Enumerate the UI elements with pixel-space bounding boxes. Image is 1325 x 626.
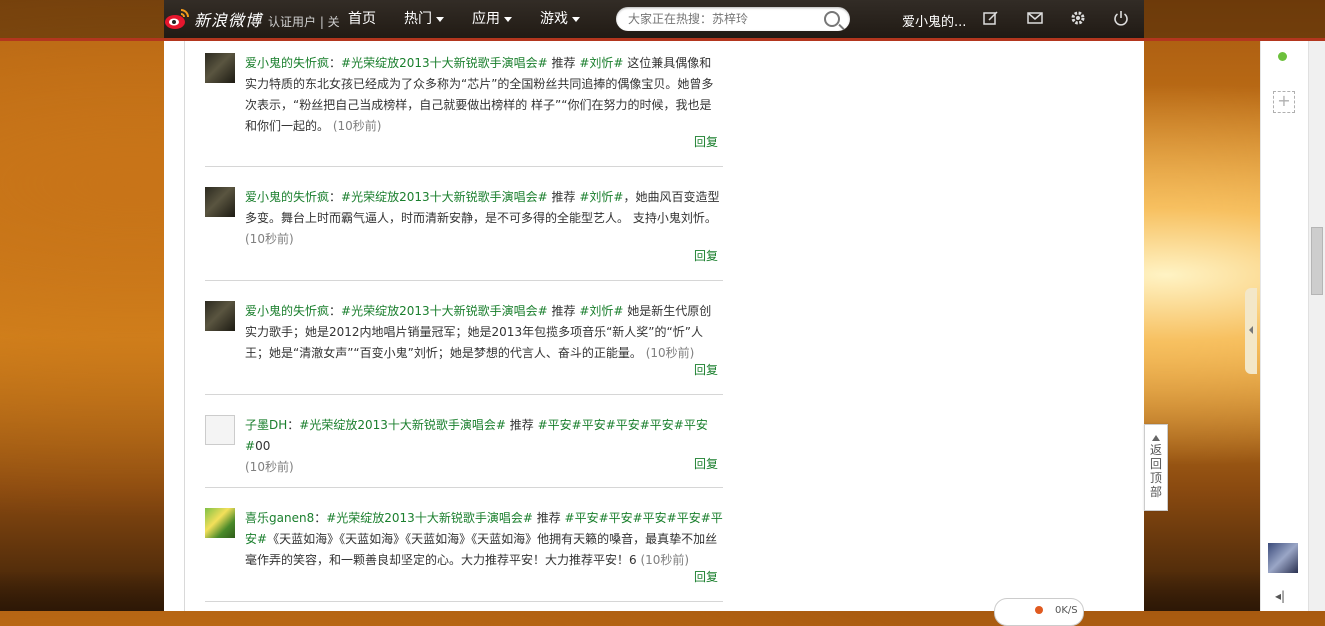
back-to-top-button[interactable]: 返回顶部 (1144, 424, 1168, 511)
comment-feed: 爱小鬼的失忻疯：#光荣绽放2013十大新锐歌手演唱会# 推荐 #刘忻# 这位兼具… (184, 41, 745, 611)
compose-icon[interactable] (982, 10, 1000, 28)
timestamp: (10秒前) (332, 119, 382, 133)
reply-button[interactable]: 回复 (694, 568, 718, 585)
timestamp: (10秒前) (245, 460, 294, 474)
search-box (616, 7, 850, 31)
collapse-tab[interactable] (1245, 288, 1257, 374)
user-link[interactable]: 爱小鬼的失忻疯 (245, 56, 329, 70)
nav-home[interactable]: 首页 (334, 0, 390, 38)
avatar[interactable] (205, 187, 235, 217)
recommend-text: 推荐 (505, 418, 538, 432)
gear-icon[interactable] (1069, 10, 1087, 28)
add-icon[interactable]: + (1273, 91, 1295, 113)
right-toolbar: + ◂| (1260, 41, 1309, 611)
status-icon (1035, 606, 1043, 614)
list-item: 爱小鬼的失忻疯：#光荣绽放2013十大新锐歌手演唱会# 推荐 #刘忻# 她是新生… (205, 301, 723, 395)
tag-link[interactable]: #刘忻# (579, 304, 623, 318)
nav-hot[interactable]: 热门 (390, 0, 458, 38)
comment-text: 喜乐ganen8：#光荣绽放2013十大新锐歌手演唱会# 推荐 #平安#平安#平… (245, 511, 723, 567)
tag-link[interactable]: #刘忻# (579, 190, 623, 204)
comment-body: 00 (255, 439, 271, 453)
logo-text: 新浪微博 (194, 11, 263, 30)
user-link[interactable]: 喜乐ganen8 (245, 511, 314, 525)
mail-icon[interactable] (1026, 10, 1044, 28)
weibo-eye-icon (164, 8, 190, 30)
reply-button[interactable]: 回复 (694, 133, 718, 150)
search-icon[interactable] (824, 11, 840, 27)
comment-text: 爱小鬼的失忻疯：#光荣绽放2013十大新锐歌手演唱会# 推荐 #刘忻#，她曲风百… (245, 190, 720, 246)
topic-link[interactable]: #光荣绽放2013十大新锐歌手演唱会# (326, 511, 533, 525)
search-input[interactable] (626, 7, 820, 31)
power-icon[interactable] (1112, 10, 1130, 28)
recommend-text: 推荐 (547, 190, 580, 204)
speed-widget[interactable]: 0K/S (994, 598, 1084, 626)
topbar-left-fill (0, 0, 164, 38)
avatar[interactable] (205, 508, 235, 538)
recommend-text: 推荐 (547, 56, 580, 70)
topic-link[interactable]: #光荣绽放2013十大新锐歌手演唱会# (299, 418, 506, 432)
list-item: 爱小鬼的失忻疯：#光荣绽放2013十大新锐歌手演唱会# 推荐 #刘忻#，她曲风百… (205, 187, 723, 281)
topbar-right-fill (1144, 0, 1325, 38)
nav-home-label: 首页 (348, 11, 376, 27)
chevron-down-icon (436, 16, 444, 22)
user-link[interactable]: 爱小鬼的失忻疯 (245, 190, 329, 204)
timestamp: (10秒前) (245, 232, 294, 246)
behind-nav-text: 认证用户 | 关 (268, 15, 340, 29)
timestamp: (10秒前) (645, 346, 695, 360)
topic-link[interactable]: #光荣绽放2013十大新锐歌手演唱会# (341, 190, 548, 204)
list-item: 爱小鬼的失忻疯：#光荣绽放2013十大新锐歌手演唱会# 推荐 #刘忻# 这位兼具… (205, 53, 723, 167)
comment-text: 爱小鬼的失忻疯：#光荣绽放2013十大新锐歌手演唱会# 推荐 #刘忻# 她是新生… (245, 304, 712, 360)
topic-link[interactable]: #光荣绽放2013十大新锐歌手演唱会# (341, 304, 548, 318)
collapse-left-icon[interactable]: ◂| (1275, 589, 1285, 603)
nav-apps[interactable]: 应用 (458, 0, 526, 38)
weibo-logo[interactable]: 新浪微博 (164, 6, 262, 32)
user-link[interactable]: 子墨DH (245, 418, 287, 432)
recommend-text: 推荐 (547, 304, 580, 318)
main-nav: 首页 热门 应用 游戏 (334, 0, 594, 38)
avatar[interactable] (205, 301, 235, 331)
list-item: 喜乐ganen8：#光荣绽放2013十大新锐歌手演唱会# 推荐 #平安#平安#平… (205, 508, 723, 602)
list-item: 子墨DH：#光荣绽放2013十大新锐歌手演唱会# 推荐 #平安#平安#平安#平安… (205, 415, 723, 488)
reply-button[interactable]: 回复 (694, 361, 718, 378)
scrollbar-thumb[interactable] (1311, 227, 1323, 295)
nav-games[interactable]: 游戏 (526, 0, 594, 38)
nav-hot-label: 热门 (404, 11, 432, 27)
reply-button[interactable]: 回复 (694, 455, 718, 472)
online-status-icon (1278, 52, 1287, 61)
avatar[interactable] (205, 415, 235, 445)
nav-apps-label: 应用 (472, 11, 500, 27)
timestamp: (10秒前) (640, 553, 690, 567)
reply-button[interactable]: 回复 (694, 247, 718, 264)
topic-link[interactable]: #光荣绽放2013十大新锐歌手演唱会# (341, 56, 548, 70)
comment-text: 爱小鬼的失忻疯：#光荣绽放2013十大新锐歌手演唱会# 推荐 #刘忻# 这位兼具… (245, 56, 714, 133)
tag-link[interactable]: #刘忻# (579, 56, 623, 70)
comment-text: 子墨DH：#光荣绽放2013十大新锐歌手演唱会# 推荐 #平安#平安#平安#平安… (245, 418, 708, 474)
arrow-up-icon (1152, 435, 1160, 441)
chevron-down-icon (572, 16, 580, 22)
top-navigation-bar: 新浪微博 认证用户 | 关 首页 热门 应用 游戏 爱小鬼的... (164, 0, 1144, 38)
nav-games-label: 游戏 (540, 11, 568, 27)
back-to-top-label: 返回顶部 (1149, 443, 1162, 499)
user-link[interactable]: 爱小鬼的失忻疯 (245, 304, 329, 318)
username-link[interactable]: 爱小鬼的... (902, 11, 966, 30)
scrollbar[interactable] (1308, 41, 1325, 611)
page-container: 爱小鬼的失忻疯：#光荣绽放2013十大新锐歌手演唱会# 推荐 #刘忻# 这位兼具… (164, 41, 1144, 611)
chevron-down-icon (504, 16, 512, 22)
right-sidebar (744, 41, 1144, 611)
recommend-text: 推荐 (532, 511, 565, 525)
avatar[interactable] (205, 53, 235, 83)
avatar[interactable] (1268, 543, 1298, 573)
